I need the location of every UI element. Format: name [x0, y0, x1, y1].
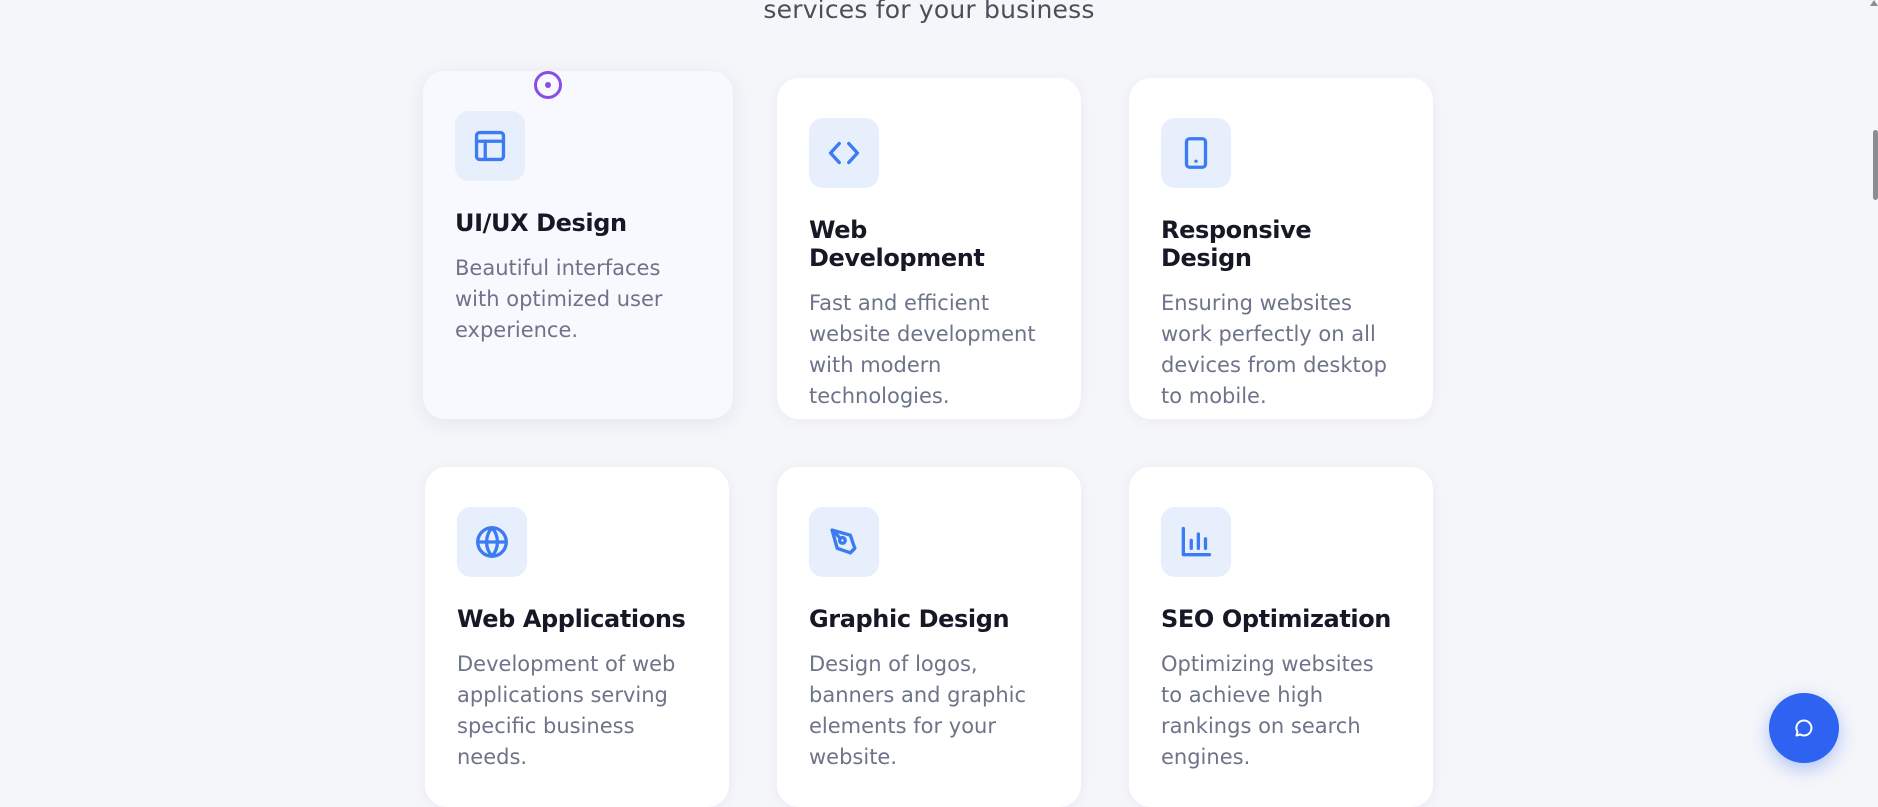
service-title: UI/UX Design — [455, 209, 627, 237]
service-description: Optimizing websites to achieve high rank… — [1161, 652, 1374, 769]
service-title: Graphic Design — [809, 605, 1010, 633]
globe-icon — [457, 507, 527, 577]
scrollbar-thumb[interactable] — [1873, 130, 1878, 200]
service-description: Design of logos, banners and graphic ele… — [809, 652, 1027, 769]
service-title: Web Development — [809, 216, 985, 272]
service-description: Fast and efficient website development w… — [809, 291, 1036, 408]
service-card-seo-optimization[interactable]: SEO Optimization Optimizing websites to … — [1129, 467, 1433, 807]
service-title: Responsive Design — [1161, 216, 1312, 272]
service-card-graphic-design[interactable]: Graphic Design Design of logos, banners … — [777, 467, 1081, 807]
pen-tool-icon — [809, 507, 879, 577]
tablet-icon — [1161, 118, 1231, 188]
cursor-indicator — [534, 71, 562, 99]
service-card-ui-ux[interactable]: UI/UX Design Beautiful interfaces with o… — [423, 71, 733, 419]
chat-icon — [1795, 719, 1813, 737]
code-icon — [809, 118, 879, 188]
service-card-responsive-design[interactable]: Responsive Design Ensuring websites work… — [1129, 78, 1433, 419]
service-title: Web Applications — [457, 605, 686, 633]
bar-chart-icon — [1161, 507, 1231, 577]
layout-icon — [455, 111, 525, 181]
service-card-web-applications[interactable]: Web Applications Development of web appl… — [425, 467, 729, 807]
service-description: Beautiful interfaces with optimized user… — [455, 256, 663, 342]
service-title: SEO Optimization — [1161, 605, 1391, 633]
service-card-web-development[interactable]: Web Development Fast and efficient websi… — [777, 78, 1081, 419]
section-subtitle: services for your business — [763, 0, 1095, 24]
scrollbar-up-arrow[interactable] — [1870, 0, 1878, 6]
service-description: Ensuring websites work perfectly on all … — [1161, 291, 1387, 408]
service-description: Development of web applications serving … — [457, 652, 676, 769]
chat-button[interactable] — [1769, 693, 1839, 763]
